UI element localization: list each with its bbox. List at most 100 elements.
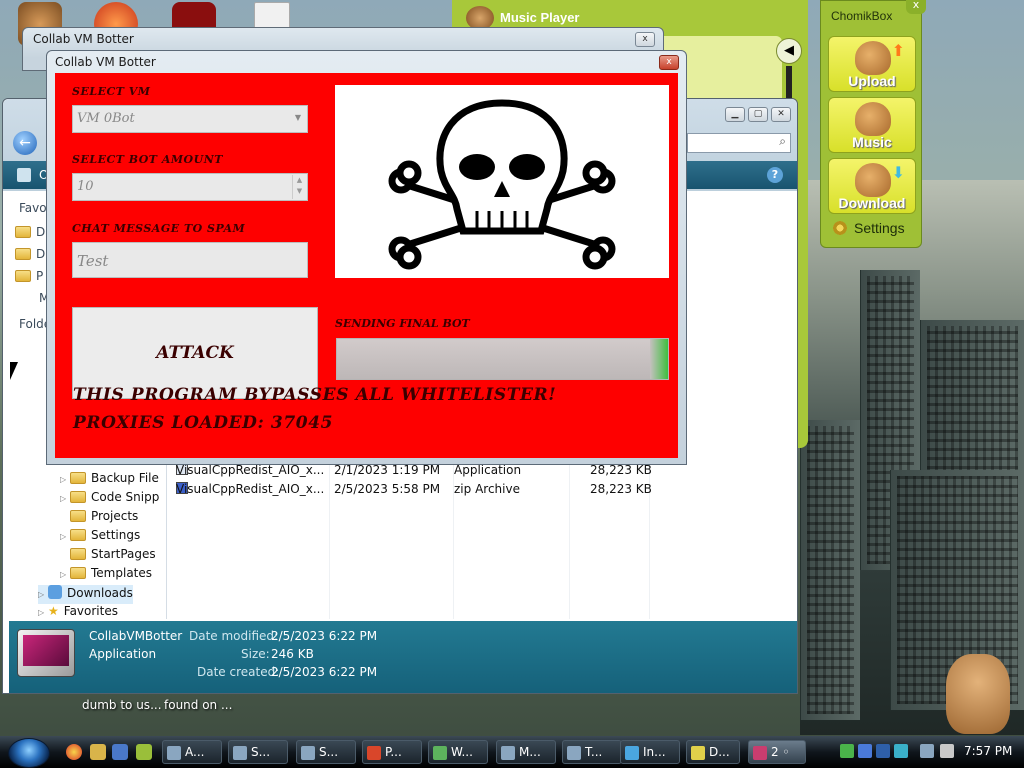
folder-icon: [15, 248, 31, 260]
progress-bar: [336, 338, 669, 380]
favorite-link[interactable]: D: [15, 247, 45, 261]
file-type: zip Archive: [454, 482, 520, 496]
chomikbox-title: ChomikBox: [831, 9, 893, 23]
wallpaper-building: [800, 420, 860, 720]
settings-label: Settings: [854, 220, 905, 236]
close-button[interactable]: x: [659, 55, 679, 70]
file-name: VisualCppRedist_AIO_x...: [176, 463, 325, 477]
maximize-button[interactable]: ▢: [748, 107, 768, 122]
start-button[interactable]: [8, 738, 50, 768]
tree-item-startpages[interactable]: StartPages: [60, 547, 156, 566]
chomikbox-close-button[interactable]: x: [906, 0, 926, 14]
chrome-icon[interactable]: [66, 744, 82, 760]
app-icon: [233, 746, 247, 760]
close-button[interactable]: x: [635, 32, 655, 47]
tree-item-favorites[interactable]: ▷ ★ Favorites: [38, 604, 118, 623]
tray-icon[interactable]: [840, 744, 854, 758]
stepper-arrows-icon[interactable]: ▲ ▼: [292, 175, 306, 199]
select-vm-dropdown[interactable]: VM 0Bot ▼: [72, 105, 308, 133]
volume-muted-icon[interactable]: [940, 744, 954, 758]
details-file-kind: Application: [89, 647, 157, 661]
folder-icon: [15, 270, 31, 282]
upload-button[interactable]: ⬆ Upload: [828, 36, 916, 92]
tree-item-settings[interactable]: ▷ Settings: [60, 528, 140, 547]
progress-fill: [337, 339, 659, 379]
tree-item-templates[interactable]: ▷ Templates: [60, 566, 152, 585]
app-icon: [753, 746, 767, 760]
help-icon[interactable]: ?: [767, 167, 783, 183]
search-input[interactable]: ⌕: [687, 133, 791, 153]
download-label: Download: [838, 195, 906, 211]
taskbar-clock[interactable]: 7:57 PM: [964, 744, 1012, 758]
app-icon: [301, 746, 315, 760]
folder-icon: [70, 567, 86, 579]
botter-body: SELECT VM VM 0Bot ▼ SELECT BOT AMOUNT 10…: [55, 73, 678, 458]
settings-button[interactable]: Settings: [832, 220, 905, 236]
details-created-label: Date created:: [197, 665, 280, 679]
botter-window: Collab VM Botter x SELECT VM VM 0Bot ▼ S…: [46, 50, 687, 465]
hamster-upload-icon: [855, 41, 891, 75]
hamster-download-icon: [855, 163, 891, 197]
taskbar-button[interactable]: D...: [686, 740, 740, 764]
download-button[interactable]: ⬇ Download: [828, 158, 916, 214]
bypass-text: THIS PROGRAM BYPASSES ALL WHITELISTER!: [73, 385, 557, 405]
tray-icon[interactable]: [894, 744, 908, 758]
music-player-title: Music Player: [500, 10, 580, 25]
favorite-link[interactable]: P: [15, 269, 43, 283]
close-button[interactable]: ✕: [771, 107, 791, 122]
chevron-down-icon: ▼: [294, 113, 301, 122]
file-date: 2/5/2023 5:58 PM: [334, 482, 441, 496]
desktop-wallpaper: [800, 180, 1024, 735]
tree-item-code-snippets[interactable]: ▷ Code Snipp: [60, 490, 159, 509]
network-icon[interactable]: [920, 744, 934, 758]
file-date: 2/1/2023 1:19 PM: [334, 463, 441, 477]
show-desktop-icon[interactable]: [112, 744, 128, 760]
taskbar-button[interactable]: S...: [228, 740, 288, 764]
table-row[interactable]: VisualCppRedist_AIO_x... 2/1/2023 1:19 P…: [176, 463, 652, 481]
bot-amount-stepper[interactable]: 10 ▲ ▼: [72, 173, 308, 201]
taskbar-button[interactable]: In...: [620, 740, 680, 764]
window-title: Collab VM Botter: [55, 55, 156, 69]
hamster-music-icon: [855, 102, 891, 136]
details-created-value: 2/5/2023 6:22 PM: [271, 665, 378, 679]
desktop-caption: dumb to us...: [82, 698, 162, 712]
details-modified-value: 2/5/2023 6:22 PM: [271, 629, 378, 643]
details-modified-label: Date modified:: [189, 629, 279, 643]
tray-icon[interactable]: [858, 744, 872, 758]
taskbar-button[interactable]: W...: [428, 740, 488, 764]
taskbar-button[interactable]: P...: [362, 740, 422, 764]
file-size: 28,223 KB: [590, 463, 652, 477]
upload-label: Upload: [848, 73, 896, 89]
taskbar-button[interactable]: 2 ◦: [748, 740, 806, 764]
chat-message-input[interactable]: Test: [72, 242, 308, 278]
taskbar-button[interactable]: T...: [562, 740, 622, 764]
window-title: Collab VM Botter: [33, 32, 134, 46]
table-row[interactable]: VisualCppRedist_AIO_x... 2/5/2023 5:58 P…: [176, 482, 652, 500]
desktop-caption: found on ...: [164, 698, 233, 712]
back-arrow-icon[interactable]: ←: [13, 131, 37, 155]
proxies-text: PROXIES LOADED: 37045: [73, 413, 334, 433]
file-name: VisualCppRedist_AIO_x...: [176, 482, 325, 496]
minimize-button[interactable]: ▁: [725, 107, 745, 122]
taskbar-button[interactable]: S...: [296, 740, 356, 764]
volume-icon[interactable]: ◀: [776, 38, 802, 64]
favorite-link[interactable]: D: [15, 225, 45, 239]
music-button[interactable]: Music: [828, 97, 916, 153]
arrow-down-icon: ⬇: [891, 163, 905, 182]
tree-item-downloads[interactable]: ▷ Downloads: [38, 585, 133, 604]
star-icon: ★: [48, 604, 59, 618]
downloads-icon: [48, 585, 62, 599]
chomikbox-icon[interactable]: [136, 744, 152, 760]
folder-icon: [15, 226, 31, 238]
progress-tip: [650, 339, 668, 379]
bot-amount-label: SELECT BOT AMOUNT: [72, 153, 223, 166]
taskbar-button[interactable]: A...: [162, 740, 222, 764]
app-icon: [501, 746, 515, 760]
tray-icon[interactable]: [876, 744, 890, 758]
quicklaunch-icon[interactable]: [90, 744, 106, 760]
app-icon: [433, 746, 447, 760]
tree-item-projects[interactable]: Projects: [60, 509, 138, 528]
tree-item-backup[interactable]: ▷ Backup File: [60, 471, 159, 490]
favorite-links-header: Favo: [19, 201, 47, 215]
taskbar-button[interactable]: M...: [496, 740, 556, 764]
